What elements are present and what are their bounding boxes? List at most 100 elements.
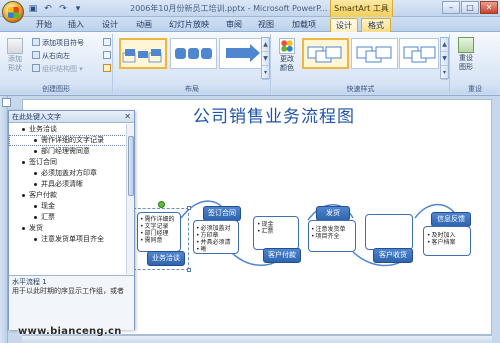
list-item[interactable]: 发货 [9,223,127,234]
tab-smartart-design[interactable]: 设计 [330,18,358,32]
styles-gallery-scroll[interactable]: ▲ ▼ ▾ [440,37,449,80]
layout-item-arrow-process[interactable] [219,38,266,69]
smartart-tools-label: SmartArt 工具 [330,0,393,17]
list-item[interactable]: 汇票 [9,212,127,223]
add-bullet-button[interactable]: 添加项目符号 [32,38,84,48]
style-item-moderate[interactable] [399,38,439,69]
list-item[interactable]: 必须加盖对方印章 [9,168,127,179]
undo-icon[interactable]: ↶ [43,4,53,14]
maximize-icon[interactable]: □ [461,1,479,14]
text-pane-list[interactable]: 业务洽谈 需作详细的文字记录 部门经理需同意 签订合同 必须加盖对方印章 并具必… [9,124,127,274]
style-item-simple[interactable] [302,38,349,69]
step-3-details: 现金 汇票 [257,221,274,235]
step-4-body[interactable]: 注意发货单 项目齐全 [308,220,356,252]
redo-icon[interactable]: ↷ [58,4,68,14]
list-item-text: 客户付款 [29,191,57,199]
tab-slide-show[interactable]: 幻灯片放映 [164,18,214,32]
step-2-header[interactable]: 签订合同 [203,206,241,221]
step-6-line: 及时加入 [427,232,456,239]
bullet-icon [22,227,25,230]
reset-graphic-button[interactable]: 重设 图形 [454,37,478,72]
tab-add-ins[interactable]: 加载项 [286,18,322,32]
outline-tab-icon[interactable] [2,98,11,107]
tab-review[interactable]: 审阅 [220,18,248,32]
save-icon[interactable]: ▣ [28,4,38,14]
list-item-text: 业务洽谈 [29,125,57,133]
list-item[interactable]: 客户付款 [9,190,127,201]
styles-more-icon[interactable]: ▾ [441,66,448,80]
dropdown-icon[interactable]: ▾ [73,4,83,14]
style-simple-icon [307,46,342,63]
list-item[interactable]: 需作详细的文字记录 [9,135,127,146]
organization-chart-button[interactable]: 组织结构图 ▾ [32,64,83,74]
change-colors-icon [279,38,295,54]
resize-handle[interactable] [187,268,191,272]
tab-insert[interactable]: 插入 [62,18,90,32]
scroll-down-icon[interactable]: ▼ [262,52,269,66]
reset-graphic-label: 重设 图形 [459,54,473,71]
add-bullet-label: 添加项目符号 [42,39,84,47]
more-icon[interactable]: ▾ [262,66,269,80]
list-item[interactable]: 部门经理需同意 [9,146,127,157]
layout-item-horizontal-process[interactable] [119,38,167,69]
step-4-line: 项目齐全 [311,233,346,240]
tab-view[interactable]: 视图 [252,18,280,32]
right-to-left-icon [32,51,40,59]
promote-icon[interactable] [103,38,111,46]
layout-arrow-process-icon [226,44,260,62]
ribbon-tabs: 开始 插入 设计 动画 幻灯片放映 审阅 视图 加载项 设计 格式 [0,17,500,32]
window-title: 2006年10月份新员工培训.pptx - Microsoft PowerP..… [130,4,328,13]
text-pane-scrollbar[interactable] [126,124,134,274]
rotate-handle-icon[interactable] [158,201,165,208]
minimize-icon[interactable]: – [442,1,460,14]
right-to-left-button[interactable]: 从右向左 [32,51,70,61]
workspace: 公司销售业务流程图 需作详细的 文字记录 部门经理 需同意 业务洽谈 [0,96,500,343]
close-icon[interactable]: ✕ [480,1,498,14]
step-3-header[interactable]: 客户付款 [263,248,301,263]
text-pane-toggle-icon[interactable] [103,64,111,72]
layouts-gallery-scroll[interactable]: ▲ ▼ ▾ [261,37,270,80]
step-4-header[interactable]: 发货 [316,206,350,221]
window-controls: – □ ✕ [442,1,498,14]
scrollbar-thumb[interactable] [128,136,134,196]
list-item-text: 现金 [41,202,55,210]
list-item-text: 发货 [29,224,43,232]
layout-item-basic-chevron[interactable] [170,38,217,69]
step-3-body[interactable]: 现金 汇票 [253,216,299,250]
step-2-line: 必须加盖对 [196,225,231,232]
scroll-up-icon[interactable]: ▲ [262,38,269,52]
list-item[interactable]: 现金 [9,201,127,212]
styles-scroll-up-icon[interactable]: ▲ [441,38,448,52]
bullet-icon [34,205,37,208]
change-colors-button[interactable]: 更改 颜色 [275,38,299,73]
add-shape-button[interactable]: 添加 形状 [4,38,26,73]
style-item-subtle[interactable] [351,38,398,69]
close-icon[interactable]: ✕ [124,111,131,123]
list-item[interactable]: 签订合同 [9,157,127,168]
step-6-body[interactable]: 及时加入 客户档案 [423,226,471,256]
tab-home[interactable]: 开始 [30,18,58,32]
step-6-details: 及时加入 客户档案 [427,232,456,246]
left-panel-strip[interactable] [0,96,8,343]
tab-design[interactable]: 设计 [96,18,124,32]
demote-icon[interactable] [103,51,111,59]
resize-handle[interactable] [187,206,191,210]
step-6-header[interactable]: 信息反馈 [431,212,471,227]
group-reset-label: 重设 [451,84,499,94]
styles-scroll-down-icon[interactable]: ▼ [441,52,448,66]
bullet-icon [34,172,37,175]
step-5-body[interactable] [365,214,413,250]
step-2-line: 方印章 [196,232,231,239]
step-5-header[interactable]: 客户收货 [373,248,413,263]
bullet-icon [34,150,37,153]
tab-smartart-format[interactable]: 格式 [361,18,391,32]
list-item[interactable]: 注意发货单项目齐全 [9,234,127,245]
step-2-body[interactable]: 必须加盖对 方印章 并具必须清 晰 [193,220,239,254]
step-4-details: 注意发货单 项目齐全 [311,226,346,240]
office-button[interactable] [2,1,24,23]
list-item[interactable]: 业务洽谈 [9,124,127,135]
list-item[interactable]: 并具必须清晰 [9,179,127,190]
text-pane[interactable]: 在此处键入文字 ✕ 业务洽谈 需作详细的文字记录 部门经理需同意 签订合同 必须… [8,110,135,330]
tab-animations[interactable]: 动画 [130,18,158,32]
title-bar: ▣ ↶ ↷ ▾ 2006年10月份新员工培训.pptx - Microsoft … [0,0,500,23]
